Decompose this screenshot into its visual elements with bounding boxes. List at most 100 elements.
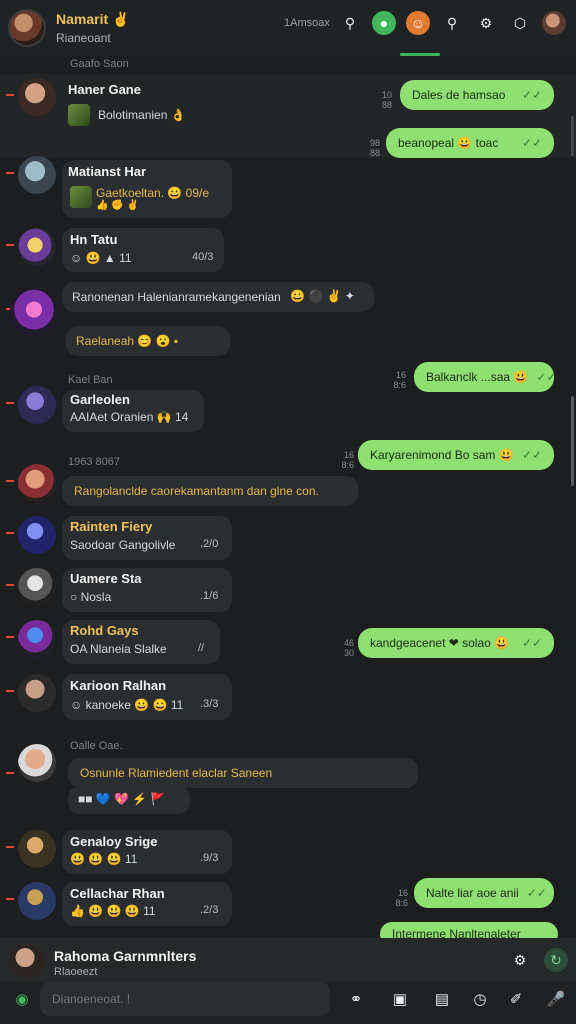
chat-preview: ☺ 😃 ▲ 11: [70, 251, 132, 265]
bubble-text: Dales de hamsao: [412, 88, 506, 102]
avatar[interactable]: [18, 228, 56, 266]
avatar[interactable]: [18, 156, 56, 194]
unread-marker: [6, 584, 14, 586]
unread-marker: [6, 846, 14, 848]
outgoing-bubble[interactable]: beanopeal 😀 toac ✓✓: [386, 128, 554, 158]
read-check-icon: ✓✓: [521, 88, 542, 102]
refresh-icon[interactable]: ↻: [544, 948, 568, 972]
chat-name: Uamere Sta: [70, 571, 142, 586]
time-stamp: 16 8:6: [341, 450, 354, 470]
outgoing-bubble[interactable]: Dales de hamsao ✓✓: [400, 80, 554, 110]
time-stamp: 46 30: [343, 638, 354, 658]
profile-avatar[interactable]: [8, 9, 46, 47]
section-label: Oalle Oae.: [70, 740, 123, 752]
time-stamp: 10 88: [381, 90, 392, 110]
outgoing-bubble[interactable]: Karyarenimond Bo sam 😃 ✓✓: [358, 440, 554, 470]
read-check-icon: ✓✓: [521, 136, 542, 150]
time-stamp: 16 8:6: [395, 888, 408, 908]
bubble-text: beanopeal 😀 toac: [398, 136, 499, 150]
avatar[interactable]: [10, 288, 58, 336]
unread-marker: [6, 244, 14, 246]
unread-marker: [6, 532, 14, 534]
media-thumbnail[interactable]: [70, 186, 92, 208]
outgoing-bubble[interactable]: kandgeacenet ❤ solao 😃 ✓✓: [358, 628, 554, 658]
bubble-text: kandgeacenet ❤ solao 😃: [370, 636, 510, 650]
avatar[interactable]: [18, 674, 56, 712]
account-avatar[interactable]: [542, 11, 566, 35]
page-subtitle: Rianeoant: [56, 31, 111, 45]
unread-marker: [6, 94, 14, 96]
avatar[interactable]: [18, 78, 56, 116]
avatar[interactable]: [18, 464, 56, 502]
chat-preview: Raelaneah 😊 😮 ▪: [76, 334, 179, 348]
avatar[interactable]: [18, 882, 56, 920]
chat-name: Cellachar Rhan: [70, 886, 165, 901]
chat-meta: .2/3: [200, 904, 219, 916]
hexagon-icon[interactable]: ⬡: [508, 11, 532, 35]
unread-marker: [6, 898, 14, 900]
chat-preview: AAIAet Oranien 🙌 14: [70, 410, 189, 424]
unread-marker: [6, 172, 14, 174]
chat-name: Rainten Fiery: [70, 519, 153, 534]
image-icon[interactable]: ▤: [430, 987, 454, 1011]
avatar[interactable]: [18, 830, 56, 868]
app-header: Namarit ✌ Rianeoant 1Amsoax ⚲ ● ☺ ⚲ ⚙ ⬡: [0, 0, 576, 56]
pinned-title: Rahoma Garnmnlters: [54, 948, 197, 964]
scrollbar[interactable]: [571, 116, 574, 156]
section-label: Kael Ban: [68, 374, 113, 386]
avatar[interactable]: [18, 516, 56, 554]
section-label: 1963 8067: [68, 456, 120, 468]
unread-marker: [6, 690, 14, 692]
clock-icon[interactable]: ◷: [468, 987, 492, 1011]
header-text: Namarit ✌ Rianeoant: [56, 11, 129, 45]
camera-icon[interactable]: ▣: [388, 987, 412, 1011]
magnifier-icon[interactable]: ⚲: [440, 11, 464, 35]
emoji-icon[interactable]: ◉: [10, 987, 34, 1011]
emoji-icon[interactable]: ☺: [406, 11, 430, 35]
time-stamp: 98 88: [369, 138, 380, 158]
chat-name: Genaloy Srige: [70, 834, 158, 849]
reaction-list: 👍 ✊ ✌: [96, 200, 139, 211]
outgoing-bubble[interactable]: Nalte liar aoe anii ✓✓: [414, 878, 554, 908]
read-check-icon: ✓✓: [526, 886, 547, 900]
at-icon[interactable]: ⚭: [344, 987, 368, 1011]
outgoing-bubble[interactable]: Intermene Nanltenaleter: [380, 922, 558, 938]
message-input[interactable]: [40, 982, 330, 1016]
chat-preview: 😃 😃 😃 11: [70, 852, 138, 866]
settings-icon[interactable]: ⚙: [508, 948, 532, 972]
pinned-chat-bar[interactable]: Rahoma Garnmnlters Rlaoeezt ⚙ ↻: [0, 938, 576, 982]
chat-meta: //: [198, 642, 205, 654]
chat-preview: Rangolanclde caorekamantanm dan glne con…: [74, 484, 319, 498]
avatar[interactable]: [18, 620, 56, 658]
shield-icon[interactable]: ●: [372, 11, 396, 35]
media-thumbnail[interactable]: [68, 104, 90, 126]
outgoing-bubble[interactable]: Balkanclk ...saa 😃 ✓✓: [414, 362, 556, 392]
read-check-icon: ✓✓: [521, 448, 542, 462]
pin-icon[interactable]: ✐: [504, 987, 528, 1011]
chat-meta: .3/3: [200, 698, 219, 710]
avatar[interactable]: [18, 744, 56, 782]
chat-name: Garleolen: [70, 392, 130, 407]
chat-meta: .9/3: [200, 852, 219, 864]
avatar[interactable]: [8, 944, 46, 978]
header-actions: ⚲ ● ☺ ⚲ ⚙ ⬡: [338, 11, 566, 35]
mic-icon[interactable]: 🎤: [544, 987, 568, 1011]
message-composer: ◉ ⚭ ▣ ▤ ◷ ✐ 🎤: [0, 982, 576, 1024]
chat-name: Hn Tatu: [70, 232, 118, 247]
chat-name: Haner Gane: [68, 82, 141, 97]
bubble-text: Karyarenimond Bo sam 😃: [370, 448, 514, 462]
unread-marker: [6, 772, 14, 774]
chat-meta: 40/3: [192, 251, 214, 263]
chat-preview: Gaetkoeltan. 😀 09/e: [96, 186, 210, 200]
scrollbar-thumb[interactable]: [571, 396, 574, 486]
chat-preview: 👍 😃 😃 😃 11: [70, 904, 156, 918]
chat-name: Rohd Gays: [70, 623, 139, 638]
avatar[interactable]: [18, 568, 56, 606]
chat-meta: .2/0: [200, 538, 219, 550]
avatar[interactable]: [18, 386, 56, 424]
search-icon[interactable]: ⚲: [338, 11, 362, 35]
chat-preview: OA Nlaneia Slalke: [70, 642, 167, 656]
emoji-strip: 😀 ⚫ ✌ ✦: [290, 289, 355, 303]
settings-icon[interactable]: ⚙: [474, 11, 498, 35]
message-feed[interactable]: Gaafo Saon Haner Gane Bolotimanien 👌 10 …: [0, 56, 576, 938]
